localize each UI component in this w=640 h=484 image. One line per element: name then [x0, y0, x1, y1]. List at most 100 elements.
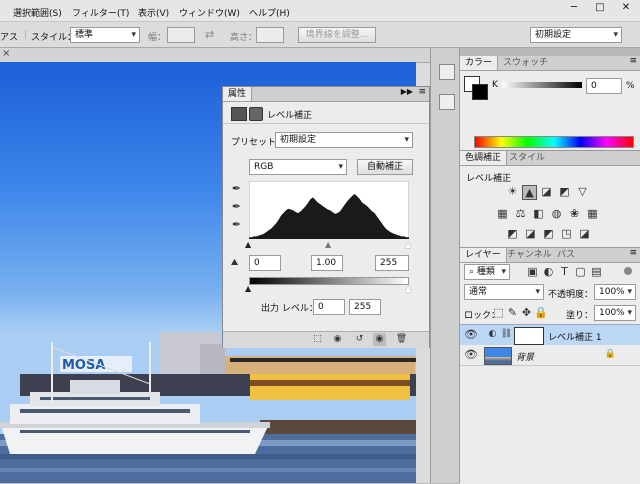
- tab-layers[interactable]: レイヤー: [460, 248, 507, 262]
- layers-panel-menu-icon[interactable]: ≡: [629, 248, 637, 258]
- output-black-field[interactable]: 0: [313, 299, 345, 315]
- output-white-field[interactable]: 255: [349, 299, 381, 315]
- white-point-eyedropper-icon[interactable]: ✒: [230, 218, 243, 231]
- clipping-warning-icon[interactable]: ⛰: [228, 257, 241, 270]
- black-white-icon[interactable]: ◧: [532, 207, 545, 220]
- swap-icon[interactable]: ⇄: [205, 28, 214, 41]
- height-label: 高さ：: [230, 33, 258, 43]
- tab-styles[interactable]: スタイル: [504, 151, 550, 165]
- channel-dropdown[interactable]: RGB: [249, 159, 347, 175]
- levels-icon[interactable]: ▲: [522, 185, 537, 200]
- exposure-icon[interactable]: ◩: [558, 185, 571, 198]
- blend-mode-dropdown[interactable]: 通常: [464, 284, 544, 300]
- tab-swatches[interactable]: スウォッチ: [498, 56, 553, 70]
- gamma-slider-handle[interactable]: ▲: [325, 240, 331, 249]
- white-slider-handle[interactable]: ▲: [405, 240, 411, 249]
- filter-adjustment-icon[interactable]: ◐: [542, 265, 555, 278]
- menu-filter[interactable]: フィルター(T): [72, 6, 129, 19]
- preset-dropdown[interactable]: 初期設定: [275, 132, 413, 148]
- layer-name[interactable]: 背景: [516, 350, 534, 363]
- channel-mixer-icon[interactable]: ❀: [568, 207, 581, 220]
- style-dropdown[interactable]: 標準: [70, 27, 140, 43]
- menu-help[interactable]: ヘルプ(H): [249, 6, 290, 19]
- color-panel-menu-icon[interactable]: ≡: [629, 56, 637, 66]
- background-swatch[interactable]: [472, 84, 488, 100]
- output-black-handle[interactable]: ▲: [245, 284, 251, 293]
- k-slider[interactable]: [502, 82, 582, 88]
- black-slider-handle[interactable]: ▲: [245, 240, 251, 249]
- filter-type-icon[interactable]: T: [558, 265, 571, 278]
- workspace-dropdown[interactable]: 初期設定: [530, 27, 622, 43]
- invert-icon[interactable]: ◩: [506, 227, 519, 240]
- layer-row[interactable]: 👁 ◐ ⛓ レベル補正 1: [460, 324, 640, 346]
- output-gradient: [249, 277, 409, 285]
- filter-pixel-icon[interactable]: ▣: [526, 265, 539, 278]
- width-input[interactable]: [167, 27, 195, 43]
- hue-saturation-icon[interactable]: ▦: [496, 207, 509, 220]
- properties-title-bar[interactable]: 属性 ▶▶ ≡: [223, 87, 429, 102]
- lock-transparent-icon[interactable]: ⬚: [492, 306, 505, 319]
- history-icon[interactable]: [439, 64, 455, 80]
- color-spectrum[interactable]: [474, 136, 634, 148]
- layer-mask-thumbnail[interactable]: [514, 327, 544, 345]
- lock-all-icon[interactable]: 🔒: [534, 306, 548, 319]
- photo-filter-icon[interactable]: ◍: [550, 207, 563, 220]
- tab-paths[interactable]: パス: [552, 248, 580, 262]
- color-balance-icon[interactable]: ⚖: [514, 207, 527, 220]
- layer-name[interactable]: レベル補正 1: [548, 330, 602, 343]
- lock-image-icon[interactable]: ✎: [506, 306, 519, 319]
- color-panel-tabs: カラー スウォッチ ≡: [460, 56, 640, 71]
- input-gamma-field[interactable]: 1.00: [311, 255, 343, 271]
- visibility-icon[interactable]: ◉: [373, 333, 386, 346]
- tab-adjustments[interactable]: 色調補正: [460, 151, 508, 165]
- opacity-field[interactable]: 100%: [594, 284, 636, 300]
- gradient-map-icon[interactable]: ◳: [560, 227, 573, 240]
- view-previous-icon[interactable]: ◉: [331, 333, 344, 346]
- clip-to-layer-icon[interactable]: ⬚: [311, 333, 324, 346]
- filter-shape-icon[interactable]: ▢: [574, 265, 587, 278]
- gray-point-eyedropper-icon[interactable]: ✒: [230, 200, 243, 213]
- layer-row[interactable]: 👁 背景 🔒: [460, 345, 640, 366]
- delete-icon[interactable]: 🗑: [395, 333, 408, 346]
- input-black-field[interactable]: 0: [249, 255, 281, 271]
- vibrance-icon[interactable]: ▽: [576, 185, 589, 198]
- tool-presets-icon[interactable]: [439, 94, 455, 110]
- menu-select[interactable]: 選択範囲(S): [13, 6, 62, 19]
- properties-tab[interactable]: 属性: [223, 87, 253, 101]
- black-point-eyedropper-icon[interactable]: ✒: [230, 182, 243, 195]
- filter-toggle[interactable]: [624, 267, 632, 275]
- curves-icon[interactable]: ◪: [540, 185, 553, 198]
- brightness-icon[interactable]: ☀: [506, 185, 519, 198]
- eye-icon[interactable]: 👁: [464, 348, 478, 361]
- menu-window[interactable]: ウィンドウ(W): [179, 6, 240, 19]
- panel-menu-icon[interactable]: ≡: [418, 87, 426, 97]
- output-white-handle[interactable]: ▲: [405, 284, 411, 293]
- layer-thumbnail[interactable]: [484, 347, 512, 365]
- tab-channels[interactable]: チャンネル: [502, 248, 557, 262]
- color-lookup-icon[interactable]: ▦: [586, 207, 599, 220]
- reset-icon[interactable]: ↺: [353, 333, 366, 346]
- tab-color[interactable]: カラー: [460, 56, 499, 70]
- threshold-icon[interactable]: ◩: [542, 227, 555, 240]
- filter-smart-icon[interactable]: ▤: [590, 265, 603, 278]
- lock-position-icon[interactable]: ✥: [520, 306, 533, 319]
- maximize-button[interactable]: □: [587, 0, 613, 16]
- height-input[interactable]: [256, 27, 284, 43]
- eye-icon[interactable]: 👁: [464, 328, 478, 341]
- minimize-button[interactable]: ─: [561, 0, 587, 16]
- selective-color-icon[interactable]: ◪: [578, 227, 591, 240]
- collapse-icon[interactable]: ▶▶: [401, 87, 413, 96]
- opacity-value: 100%: [599, 287, 625, 297]
- fill-field[interactable]: 100%: [594, 305, 636, 321]
- refine-edge-button[interactable]: 境界線を調整...: [298, 27, 376, 43]
- mask-icon[interactable]: [249, 107, 263, 121]
- auto-button[interactable]: 自動補正: [357, 159, 413, 175]
- close-doc-icon[interactable]: ×: [2, 48, 10, 59]
- layer-filter-dropdown[interactable]: ⌕ 種類: [464, 264, 510, 280]
- menu-view[interactable]: 表示(V): [138, 6, 169, 19]
- close-button[interactable]: ✕: [613, 0, 639, 16]
- posterize-icon[interactable]: ◪: [524, 227, 537, 240]
- k-value-field[interactable]: 0: [586, 78, 622, 94]
- link-icon[interactable]: ⛓: [500, 328, 513, 341]
- input-white-field[interactable]: 255: [375, 255, 409, 271]
